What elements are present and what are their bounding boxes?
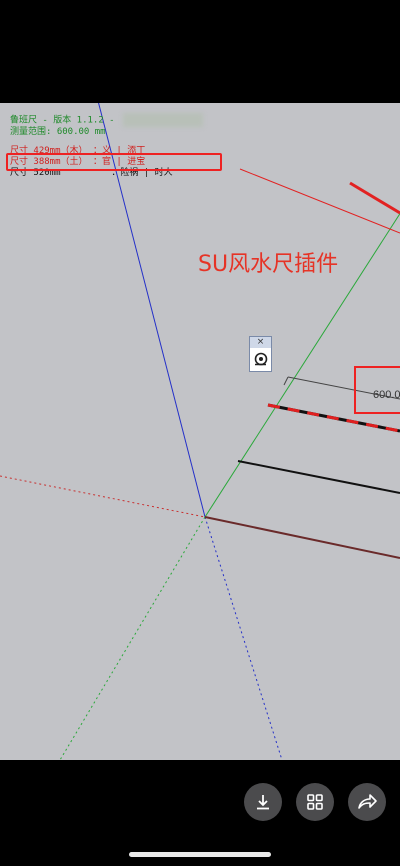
- tape-measure-icon[interactable]: [253, 351, 268, 366]
- blurred-redaction: [122, 113, 203, 127]
- close-icon[interactable]: ×: [250, 337, 271, 348]
- grid-button[interactable]: [296, 783, 334, 821]
- annotation-line-thick: [349, 181, 400, 215]
- tape-tool-panel[interactable]: ×: [249, 336, 272, 372]
- download-button[interactable]: [244, 783, 282, 821]
- sketchup-viewport[interactable]: 鲁班尺 - 版本 1.1.2 - 测量范围: 600.00 mm 尺寸 429m…: [0, 103, 400, 760]
- green-axis-dotted: [59, 516, 206, 760]
- share-icon: [358, 794, 377, 809]
- edge-line: [237, 460, 400, 494]
- annotation-line-thin: [239, 168, 400, 234]
- bottom-bar: [0, 760, 400, 866]
- plugin-caption: SU风水尺插件: [198, 252, 339, 277]
- grid-icon: [307, 794, 323, 810]
- download-icon: [257, 795, 269, 810]
- share-button[interactable]: [348, 783, 386, 821]
- scene-geometry: [0, 103, 400, 760]
- red-axis-dotted: [0, 475, 206, 518]
- dimension-tick: [283, 376, 289, 386]
- dimension-label: 600.0: [373, 389, 400, 401]
- hud-title-text: 鲁班尺 - 版本 1.1.2 -: [10, 115, 115, 126]
- hud-title: 鲁班尺 - 版本 1.1.2 -: [10, 113, 203, 127]
- highlight-box: [6, 153, 222, 171]
- hud-range: 测量范围: 600.00 mm: [10, 127, 106, 137]
- red-axis: [204, 516, 400, 559]
- blue-axis-dotted: [204, 516, 283, 760]
- home-indicator[interactable]: [129, 852, 271, 857]
